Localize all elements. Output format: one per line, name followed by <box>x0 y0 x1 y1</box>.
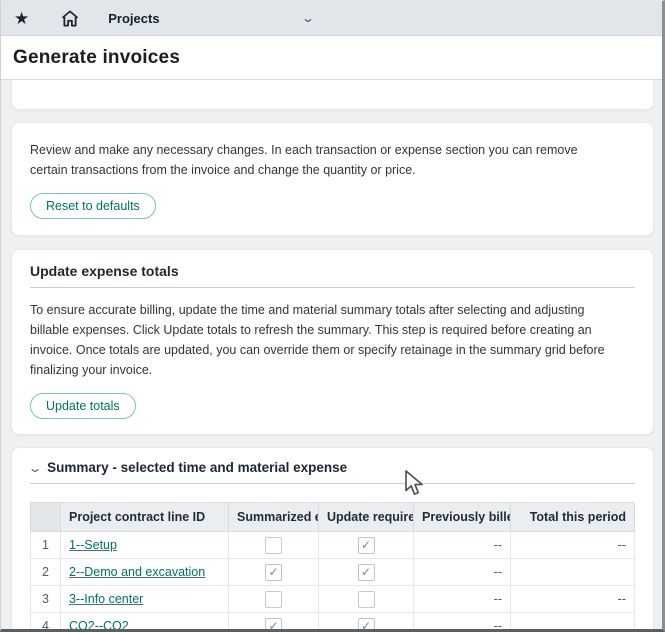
reset-to-defaults-button[interactable]: Reset to defaults <box>30 193 156 219</box>
contract-line-link[interactable]: 1--Setup <box>69 538 117 552</box>
top-navigation-bar: ★ Projects ⌄ <box>1 1 662 36</box>
previously-billed-value: -- <box>414 586 511 613</box>
update-totals-section-card: Update expense totals To ensure accurate… <box>11 249 654 435</box>
chevron-down-icon: ⌄ <box>27 461 42 475</box>
table-row: 4 CO2--CO2 ✓ ✓ -- <box>31 613 635 632</box>
update-instructions-text: To ensure accurate billing, update the t… <box>30 300 615 380</box>
summarized-entries-checkbox[interactable] <box>265 537 282 554</box>
review-instructions-text: Review and make any necessary changes. I… <box>30 140 590 180</box>
contract-line-link[interactable]: CO2--CO2 <box>69 619 129 632</box>
update-required-checkbox[interactable]: ✓ <box>358 618 375 632</box>
total-this-period-value: -- <box>511 532 635 559</box>
col-header-project-contract-line-id[interactable]: Project contract line ID <box>61 503 229 532</box>
summary-table-body: 11--Setup✓----22--Demo and excavation✓✓-… <box>31 532 635 632</box>
row-number: 3 <box>31 586 61 613</box>
table-header-row: Project contract line ID Summarized entr… <box>31 503 635 532</box>
page-title: Generate invoices <box>13 47 180 69</box>
page-header: Generate invoices <box>1 36 662 80</box>
app-window: ★ Projects ⌄ Generate invoices Review an… <box>0 0 665 632</box>
total-this-period-value: -- <box>511 586 635 613</box>
review-section-card: Review and make any necessary changes. I… <box>11 122 654 236</box>
contract-line-link[interactable]: 2--Demo and excavation <box>69 565 205 579</box>
col-header-previously-billed[interactable]: Previously billed <box>414 503 511 532</box>
app-selector[interactable]: Projects <box>108 11 159 26</box>
table-row: 3 3--Info center ---- <box>31 586 635 613</box>
col-header-update-required[interactable]: Update required <box>319 503 414 532</box>
total-this-period-value <box>511 559 635 586</box>
summarized-entries-checkbox[interactable] <box>265 591 282 608</box>
summarized-entries-checkbox[interactable]: ✓ <box>265 618 282 632</box>
summarized-entries-checkbox[interactable]: ✓ <box>265 564 282 581</box>
update-required-checkbox[interactable]: ✓ <box>358 564 375 581</box>
update-totals-button[interactable]: Update totals <box>30 393 136 419</box>
update-required-checkbox[interactable] <box>358 591 375 608</box>
summary-section-heading: Summary - selected time and material exp… <box>47 460 347 475</box>
col-header-total-this-period[interactable]: Total this period <box>511 503 635 532</box>
row-number: 2 <box>31 559 61 586</box>
summary-table: Project contract line ID Summarized entr… <box>30 502 635 632</box>
col-header-row-number <box>31 503 61 532</box>
col-header-summarized-entries[interactable]: Summarized entries <box>229 503 319 532</box>
home-icon[interactable] <box>61 10 79 27</box>
previously-billed-value: -- <box>414 532 511 559</box>
table-row: 2 2--Demo and excavation ✓ ✓ -- <box>31 559 635 586</box>
summary-section-toggle[interactable]: ⌄ Summary - selected time and material e… <box>30 460 635 484</box>
contract-line-link[interactable]: 3--Info center <box>69 592 143 606</box>
row-number: 1 <box>31 532 61 559</box>
scrolled-card-remnant <box>11 80 654 110</box>
chevron-down-icon[interactable]: ⌄ <box>301 11 315 25</box>
summary-section-card: ⌄ Summary - selected time and material e… <box>11 447 654 632</box>
update-required-checkbox[interactable]: ✓ <box>358 537 375 554</box>
table-row: 1 1--Setup ✓ ---- <box>31 532 635 559</box>
page-content: Review and make any necessary changes. I… <box>1 80 662 632</box>
previously-billed-value: -- <box>414 559 511 586</box>
update-section-heading: Update expense totals <box>30 263 635 288</box>
total-this-period-value <box>511 613 635 632</box>
row-number: 4 <box>31 613 61 632</box>
previously-billed-value: -- <box>414 613 511 632</box>
star-icon[interactable]: ★ <box>14 10 29 27</box>
